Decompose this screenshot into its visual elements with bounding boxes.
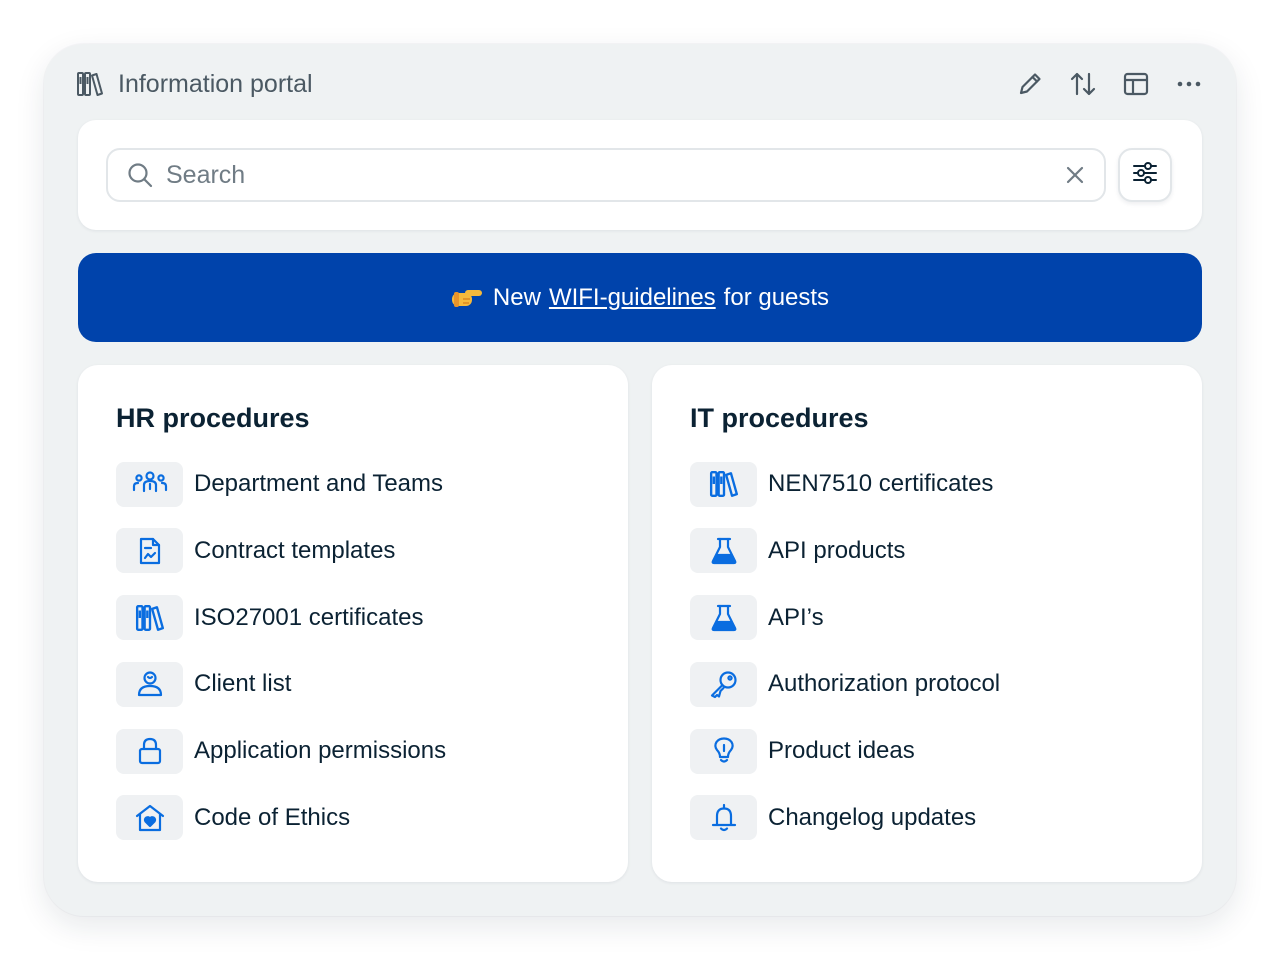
search-icon (126, 160, 156, 190)
list-item[interactable]: Code of Ethics (116, 795, 446, 841)
document-icon (116, 528, 183, 574)
list-item[interactable]: Client list (116, 661, 446, 707)
library-icon (690, 461, 757, 507)
announcement-banner: New WIFI-guidelines for guests (78, 253, 1202, 342)
header-actions (1015, 69, 1204, 99)
key-icon (690, 661, 757, 707)
sort-icon[interactable] (1068, 69, 1098, 99)
list-item-label: API products (768, 536, 906, 564)
user-icon (116, 661, 183, 707)
search-card (78, 120, 1202, 230)
hr-procedures-title: HR procedures (116, 403, 310, 433)
list-item-label: Product ideas (768, 737, 915, 765)
lock-icon (116, 728, 183, 774)
team-icon (116, 461, 183, 507)
it-procedures-list: NEN7510 certificates API products API’s … (690, 461, 1000, 862)
home-heart-icon (116, 795, 183, 841)
list-item-label: Application permissions (194, 737, 447, 765)
search-box (106, 148, 1106, 202)
flask-icon (690, 595, 757, 641)
list-item-label: Department and Teams (194, 470, 444, 497)
lightbulb-icon (690, 728, 757, 774)
banner-prefix: New (492, 283, 541, 311)
hr-procedures-card: HR procedures Department and Teams Contr… (78, 365, 628, 882)
list-item[interactable]: Contract templates (116, 528, 446, 574)
list-item-label: Authorization protocol (768, 670, 1001, 698)
list-item[interactable]: Application permissions (116, 728, 446, 774)
list-item[interactable]: NEN7510 certificates (690, 461, 1000, 507)
close-icon[interactable] (1062, 162, 1088, 188)
list-item-label: API’s (768, 603, 824, 631)
list-item[interactable]: Product ideas (690, 728, 1000, 774)
edit-icon[interactable] (1015, 69, 1045, 99)
filter-button[interactable] (1118, 148, 1172, 202)
information-portal-widget: Information portal Search New WIFI-guide… (44, 44, 1236, 916)
list-item[interactable]: API’s (690, 595, 1000, 641)
sliders-icon (1131, 159, 1159, 192)
hr-procedures-list: Department and Teams Contract templates (116, 461, 446, 862)
widget-title: Information portal (118, 69, 313, 98)
list-item-label: ISO27001 certificates (194, 603, 424, 631)
list-item-label: Contract templates (194, 536, 396, 564)
library-icon (76, 70, 104, 98)
list-item[interactable]: Authorization protocol (690, 661, 1000, 707)
list-item-label: Client list (194, 670, 292, 698)
list-item-label: Code of Ethics (194, 803, 351, 831)
list-item[interactable]: ISO27001 certificates (116, 595, 446, 641)
banner-suffix: for guests (723, 283, 830, 311)
list-item[interactable]: Changelog updates (690, 795, 1000, 841)
wifi-guidelines-link[interactable]: WIFI-guidelines (549, 284, 716, 312)
list-item-label: NEN7510 certificates (768, 470, 994, 497)
it-procedures-card: IT procedures NEN7510 certificates API p… (652, 365, 1202, 882)
list-item[interactable]: Department and Teams (116, 461, 446, 507)
more-icon[interactable] (1174, 69, 1204, 99)
it-procedures-title: IT procedures (690, 403, 869, 433)
list-item-label: Changelog updates (768, 803, 977, 831)
flask-icon (690, 528, 757, 574)
layout-icon[interactable] (1121, 69, 1151, 99)
list-item[interactable]: API products (690, 528, 1000, 574)
library-icon (116, 595, 183, 641)
search-input[interactable] (166, 160, 1062, 190)
bell-icon (690, 795, 757, 841)
widget-header: Information portal (76, 66, 1204, 102)
pointing-hand-icon (451, 287, 483, 309)
